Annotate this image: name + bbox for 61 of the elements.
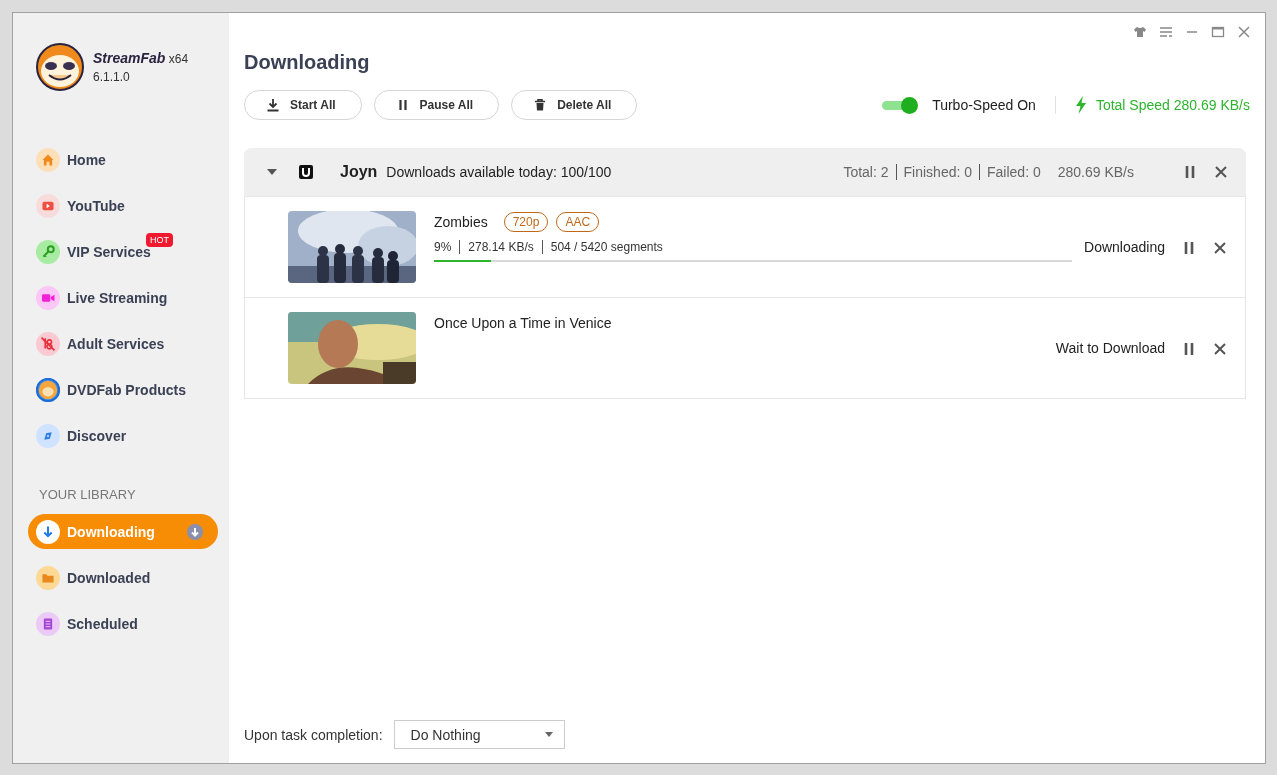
folder-icon <box>36 565 60 590</box>
task-status: Wait to Download <box>1055 340 1165 356</box>
age-restricted-icon <box>36 331 60 356</box>
app-name: StreamFab <box>93 50 166 66</box>
home-icon <box>36 147 60 172</box>
lightning-icon <box>1074 96 1087 114</box>
nav-item[interactable]: VIP Services HOT <box>28 234 218 269</box>
video-title: Once Upon a Time in Venice <box>434 315 612 331</box>
compass-icon <box>36 423 60 448</box>
nav-item[interactable]: Discover <box>28 418 218 453</box>
pause-icon[interactable] <box>1183 165 1197 179</box>
download-icon <box>266 98 280 112</box>
pause-icon[interactable] <box>1182 342 1196 356</box>
close-icon[interactable] <box>1237 25 1251 39</box>
list-icon <box>36 611 60 636</box>
download-icon <box>36 519 60 544</box>
nav-item[interactable]: YouTube <box>28 188 218 223</box>
toolbar-button[interactable]: Pause All <box>373 90 500 120</box>
total-speed: Total Speed 280.69 KB/s <box>1095 97 1250 113</box>
nav-item[interactable]: DVDFab Products <box>28 372 218 407</box>
group-stat: Failed: 0 <box>979 164 1048 180</box>
service-name: Joyn <box>340 163 378 181</box>
turbo-toggle[interactable] <box>882 97 919 113</box>
download-icon <box>187 523 203 540</box>
service-logo-icon <box>298 164 314 180</box>
caret-icon <box>544 732 553 737</box>
progress-percent: 9% <box>434 240 453 254</box>
pause-icon[interactable] <box>1182 241 1196 255</box>
key-icon <box>36 239 60 264</box>
nav-item[interactable]: Downloaded <box>28 560 218 595</box>
maximize-icon[interactable] <box>1211 25 1225 39</box>
caret-icon[interactable] <box>266 168 278 176</box>
nav-item[interactable]: Scheduled <box>28 606 218 641</box>
page-title: Downloading <box>244 50 371 74</box>
play-icon <box>36 193 60 218</box>
segment-count: 504 / 5420 segments <box>541 240 671 254</box>
nav-item[interactable]: Live Streaming <box>28 280 218 315</box>
turbo-label: Turbo-Speed On <box>932 97 1036 113</box>
nav-item[interactable]: Adult Services <box>28 326 218 361</box>
shirt-icon[interactable] <box>1133 25 1147 39</box>
video-title: Zombies <box>434 214 488 230</box>
close-icon[interactable] <box>1214 165 1228 179</box>
close-icon[interactable] <box>1213 342 1227 356</box>
close-icon[interactable] <box>1213 241 1227 255</box>
group-stat: Finished: 0 <box>895 164 979 180</box>
app-version: 6.1.1.0 <box>93 70 131 84</box>
group-stat: Total: 2 <box>842 164 890 180</box>
download-speed: 278.14 KB/s <box>459 240 542 254</box>
app-arch: x64 <box>168 52 189 66</box>
task-status: Downloading <box>1084 239 1165 255</box>
toolbar-button[interactable]: Delete All <box>511 90 638 120</box>
video-camera-icon <box>36 285 60 310</box>
trash-icon <box>533 98 548 112</box>
download-quota: Downloads available today: 100/100 <box>386 164 612 180</box>
toolbar-button[interactable]: Start All <box>244 90 362 120</box>
section-heading: YOUR LIBRARY <box>39 487 137 502</box>
hot-badge: HOT <box>146 233 173 247</box>
nav-item[interactable]: Home <box>28 142 218 177</box>
completion-dropdown[interactable]: Do Nothing <box>393 720 565 749</box>
group-speed: 280.69 KB/s <box>1057 164 1134 180</box>
completion-label: Upon task completion: <box>244 726 383 743</box>
